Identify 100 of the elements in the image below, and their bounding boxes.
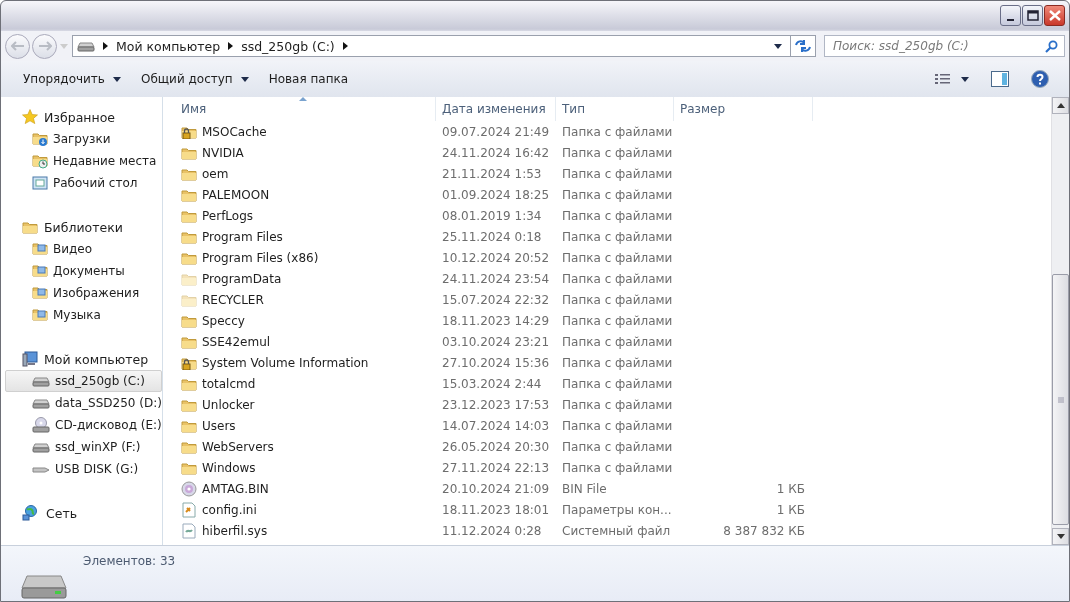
forward-arrow-icon <box>37 41 52 51</box>
sidebar-item[interactable]: data_SSD250 (D:) <box>5 392 162 414</box>
type-cell: Папка с файлами <box>562 313 673 328</box>
sidebar-group[interactable]: Библиотеки <box>5 216 162 238</box>
file-name[interactable]: WebServers <box>163 436 436 457</box>
sidebar-group[interactable]: Сеть <box>5 502 162 524</box>
column-header[interactable]: Размер <box>674 97 813 121</box>
sidebar-item[interactable]: Загрузки <box>5 128 162 150</box>
sidebar-group[interactable]: Мой компьютер <box>5 348 162 370</box>
date-cell: 24.11.2024 23:54 <box>442 271 550 286</box>
sidebar-item[interactable]: ssd_winXP (F:) <box>5 436 162 458</box>
breadcrumb-arrow-icon <box>342 42 348 50</box>
scroll-down-button[interactable] <box>1052 528 1069 545</box>
search-field[interactable]: Поиск: ssd_250gb (C:) <box>824 35 1065 57</box>
date-cell: 09.07.2024 21:49 <box>442 124 550 139</box>
file-name[interactable]: MSOCache <box>163 121 436 142</box>
file-name[interactable]: ProgramData <box>163 268 436 289</box>
file-name[interactable]: hiberfil.sys <box>163 520 436 541</box>
minimize-button[interactable] <box>1000 5 1021 26</box>
sidebar-group[interactable]: Избранное <box>5 106 162 128</box>
sidebar-item[interactable]: CD-дисковод (E:) <box>5 414 162 436</box>
sidebar-item[interactable]: Музыка <box>5 304 162 326</box>
file-name[interactable]: Program Files (x86) <box>163 247 436 268</box>
type-cell: Папка с файлами <box>562 397 673 412</box>
library-icon <box>32 285 48 301</box>
type-cell: Папка с файлами <box>562 460 673 475</box>
file-name[interactable]: totalcmd <box>163 373 436 394</box>
column-header[interactable]: Имя <box>163 97 436 121</box>
type-cell: Папка с файлами <box>562 271 673 286</box>
type-cell: Папка с файлами <box>562 229 673 244</box>
address-bar[interactable]: Мой компьютер ssd_250gb (C:) <box>72 35 791 57</box>
file-name[interactable]: Unlocker <box>163 394 436 415</box>
size-cell: 8 387 832 КБ <box>723 523 805 538</box>
date-cell: 27.11.2024 22:13 <box>442 460 550 475</box>
date-cell: 25.11.2024 0:18 <box>442 229 542 244</box>
refresh-icon <box>794 39 812 53</box>
toolbar-button[interactable]: Упорядочить <box>17 68 127 90</box>
maximize-button[interactable] <box>1022 5 1043 26</box>
file-name[interactable]: PerfLogs <box>163 205 436 226</box>
library-icon <box>32 263 48 279</box>
minimize-icon <box>1007 18 1014 21</box>
type-cell: Папка с файлами <box>562 145 673 160</box>
file-name[interactable]: PALEMOON <box>163 184 436 205</box>
date-cell: 15.03.2024 2:44 <box>442 376 542 391</box>
type-cell: BIN File <box>562 481 607 496</box>
close-icon <box>1048 10 1061 21</box>
item-count: Элементов: 33 <box>83 554 176 568</box>
file-name[interactable]: System Volume Information <box>163 352 436 373</box>
date-cell: 21.11.2024 1:53 <box>442 166 542 181</box>
sidebar-item[interactable]: USB DISK (G:) <box>5 458 162 480</box>
sidebar-item[interactable]: Документы <box>5 260 162 282</box>
caret-icon <box>112 76 121 82</box>
star-icon <box>22 109 38 125</box>
breadcrumb-item[interactable]: ssd_250gb (C:) <box>241 38 335 54</box>
back-arrow-icon <box>10 41 25 51</box>
date-cell: 20.10.2024 21:09 <box>442 481 550 496</box>
toolbar-button[interactable]: Общий доступ <box>134 68 255 90</box>
date-cell: 24.11.2024 16:42 <box>442 145 550 160</box>
scrollbar-thumb[interactable] <box>1052 274 1069 525</box>
date-cell: 18.11.2023 18:01 <box>442 502 550 517</box>
file-name[interactable]: AMTAG.BIN <box>163 478 436 499</box>
date-cell: 10.12.2024 20:52 <box>442 250 550 265</box>
file-name[interactable]: oem <box>163 163 436 184</box>
file-name[interactable]: RECYCLER <box>163 289 436 310</box>
drive-icon <box>32 397 50 409</box>
date-cell: 08.01.2019 1:34 <box>442 208 542 223</box>
type-cell: Системный файл <box>562 523 671 538</box>
sidebar-item[interactable]: Недавние места <box>5 150 162 172</box>
column-header[interactable]: Дата изменения <box>436 97 556 121</box>
sidebar-item[interactable]: Видео <box>5 238 162 260</box>
file-name[interactable]: Program Files <box>163 226 436 247</box>
type-cell: Папка с файлами <box>562 418 673 433</box>
type-cell: Параметры кон... <box>562 502 672 517</box>
sidebar-item[interactable]: ssd_250gb (C:) <box>5 370 162 392</box>
library-icon <box>32 241 48 257</box>
file-name[interactable]: SSE42emul <box>163 331 436 352</box>
search-icon <box>1045 39 1058 53</box>
scrollbar[interactable] <box>1051 97 1069 545</box>
file-name[interactable]: config.ini <box>163 499 436 520</box>
close-button[interactable] <box>1044 5 1065 26</box>
breadcrumb-arrow-icon <box>103 42 108 50</box>
type-cell: Папка с файлами <box>562 376 673 391</box>
column-header[interactable]: Тип <box>556 97 674 121</box>
type-cell: Папка с файлами <box>562 355 673 370</box>
breadcrumb-item[interactable]: Мой компьютер <box>116 38 221 54</box>
sidebar-item[interactable]: Рабочий стол <box>5 172 162 194</box>
sidebar-item[interactable]: Изображения <box>5 282 162 304</box>
date-cell: 27.10.2024 15:36 <box>442 355 550 370</box>
file-name[interactable]: Users <box>163 415 436 436</box>
refresh-button[interactable] <box>790 35 816 57</box>
scroll-up-button[interactable] <box>1052 97 1069 114</box>
file-name[interactable]: NVIDIA <box>163 142 436 163</box>
size-cell: 1 КБ <box>776 502 805 517</box>
file-name[interactable]: Speccy <box>163 310 436 331</box>
date-cell: 23.12.2023 17:53 <box>442 397 550 412</box>
date-cell: 03.10.2024 23:21 <box>442 334 550 349</box>
toolbar-button[interactable]: Новая папка <box>262 68 355 90</box>
date-cell: 26.05.2024 20:30 <box>442 439 550 454</box>
drive-icon <box>32 441 50 453</box>
file-name[interactable]: Windows <box>163 457 436 478</box>
